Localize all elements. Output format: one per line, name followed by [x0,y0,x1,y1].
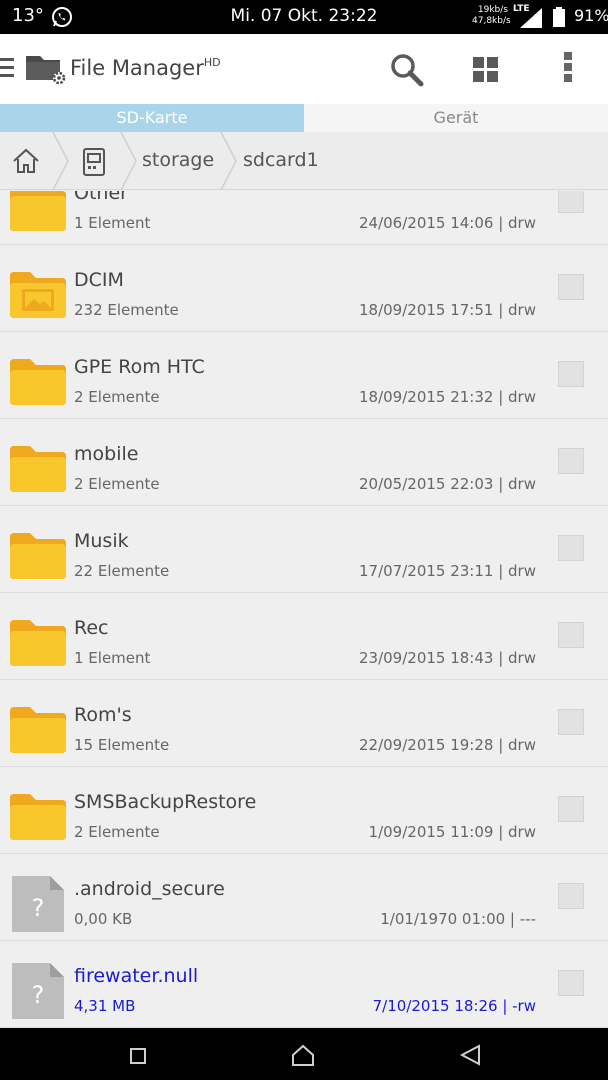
list-item[interactable]: mobile 2 Elemente 20/05/2015 22:03 | drw [0,419,608,506]
tab-device[interactable]: Gerät [304,104,608,132]
file-meta: 17/07/2015 23:11 | drw [359,562,536,580]
grid-view-icon[interactable] [472,56,500,84]
breadcrumb: storage sdcard1 [0,132,608,190]
file-name: Other [74,191,128,204]
search-icon[interactable] [388,52,424,88]
file-meta: 1/01/1970 01:00 | --- [380,910,536,928]
select-checkbox[interactable] [558,796,584,822]
file-meta: 18/09/2015 21:32 | drw [359,388,536,406]
app-title: File ManagerHD [70,56,221,80]
file-meta: 7/10/2015 18:26 | -rw [372,997,536,1015]
breadcrumb-separator-icon [220,132,237,190]
app-bar: File ManagerHD [0,34,608,104]
unknown-file-icon: ? [12,963,64,1019]
breadcrumb-item-sdcard1[interactable]: sdcard1 [243,149,319,171]
select-checkbox[interactable] [558,361,584,387]
list-item[interactable]: Musik 22 Elemente 17/07/2015 23:11 | drw [0,506,608,593]
file-meta: 23/09/2015 18:43 | drw [359,649,536,667]
file-count: 2 Elemente [74,475,160,493]
file-count: 232 Elemente [74,301,179,319]
select-checkbox[interactable] [558,274,584,300]
breadcrumb-item-storage[interactable]: storage [142,149,214,171]
image-folder-icon [10,272,66,318]
speed-down-text: 47,8kb/s [472,16,511,26]
home-icon[interactable] [12,148,40,174]
navigation-bar [0,1028,608,1080]
folder-icon [10,620,66,666]
file-meta: 22/09/2015 19:28 | drw [359,736,536,754]
file-name: SMSBackupRestore [74,791,257,813]
app-logo-icon [26,56,66,85]
list-item[interactable]: GPE Rom HTC 2 Elemente 18/09/2015 21:32 … [0,332,608,419]
svg-text:?: ? [32,894,45,922]
file-count: 1 Element [74,649,151,667]
file-name: Rec [74,617,109,639]
status-bar: 13° Mi. 07 Okt. 23:22 19kb/s 47,8kb/s LT… [0,0,608,34]
folder-icon [10,794,66,840]
file-count: 2 Elemente [74,823,160,841]
file-count: 22 Elemente [74,562,170,580]
folder-icon [10,446,66,492]
list-item[interactable]: ? .android_secure 0,00 KB 1/01/1970 01:0… [0,854,608,941]
file-name: GPE Rom HTC [74,356,205,378]
file-name: DCIM [74,269,124,291]
menu-icon[interactable] [0,58,14,78]
tab-sd-card[interactable]: SD-Karte [0,104,304,132]
signal-icon [520,8,542,28]
select-checkbox[interactable] [558,535,584,561]
select-checkbox[interactable] [558,883,584,909]
file-meta: 20/05/2015 22:03 | drw [359,475,536,493]
file-size: 0,00 KB [74,910,133,928]
home-button-icon[interactable] [291,1043,315,1067]
file-name: Musik [74,530,129,552]
svg-text:?: ? [32,981,45,1009]
unknown-file-icon: ? [12,876,64,932]
sd-card-icon[interactable] [83,148,105,176]
file-count: 1 Element [74,214,151,232]
battery-icon [553,7,565,27]
select-checkbox[interactable] [558,970,584,996]
file-name: .android_secure [74,878,225,900]
breadcrumb-separator-icon [120,132,137,190]
more-options-icon[interactable] [562,52,574,84]
file-name: Rom's [74,704,132,726]
list-item[interactable]: Rom's 15 Elemente 22/09/2015 19:28 | drw [0,680,608,767]
recent-apps-icon[interactable] [130,1048,146,1064]
list-item[interactable]: DCIM 232 Elemente 18/09/2015 17:51 | drw [0,245,608,332]
file-count: 2 Elemente [74,388,160,406]
folder-icon [10,707,66,753]
app-title-text: File Manager [70,56,204,80]
folder-icon [10,359,66,405]
breadcrumb-separator-icon [52,132,69,190]
network-speed: 19kb/s 47,8kb/s [472,5,511,27]
file-meta: 18/09/2015 17:51 | drw [359,301,536,319]
app-title-suffix: HD [203,56,221,69]
select-checkbox[interactable] [558,709,584,735]
speed-up-text: 19kb/s [477,5,508,15]
file-count: 15 Elemente [74,736,170,754]
storage-tabs: SD-Karte Gerät [0,104,608,132]
file-meta: 24/06/2015 14:06 | drw [359,214,536,232]
list-item[interactable]: Other 1 Element 24/06/2015 14:06 | drw [0,191,608,245]
list-item[interactable]: ? firewater.null 4,31 MB 7/10/2015 18:26… [0,941,608,1028]
select-checkbox[interactable] [558,448,584,474]
file-name: mobile [74,443,139,465]
select-checkbox[interactable] [558,622,584,648]
battery-text: 91% [574,6,608,25]
file-list: Other 1 Element 24/06/2015 14:06 | drw D… [0,191,608,1028]
list-item[interactable]: Rec 1 Element 23/09/2015 18:43 | drw [0,593,608,680]
file-size: 4,31 MB [74,997,136,1015]
list-item[interactable]: SMSBackupRestore 2 Elemente 1/09/2015 11… [0,767,608,854]
folder-icon [10,533,66,579]
back-icon[interactable] [459,1044,481,1066]
select-checkbox[interactable] [558,191,584,213]
file-meta: 1/09/2015 11:09 | drw [368,823,536,841]
file-name: firewater.null [74,965,199,987]
folder-icon [10,191,66,231]
